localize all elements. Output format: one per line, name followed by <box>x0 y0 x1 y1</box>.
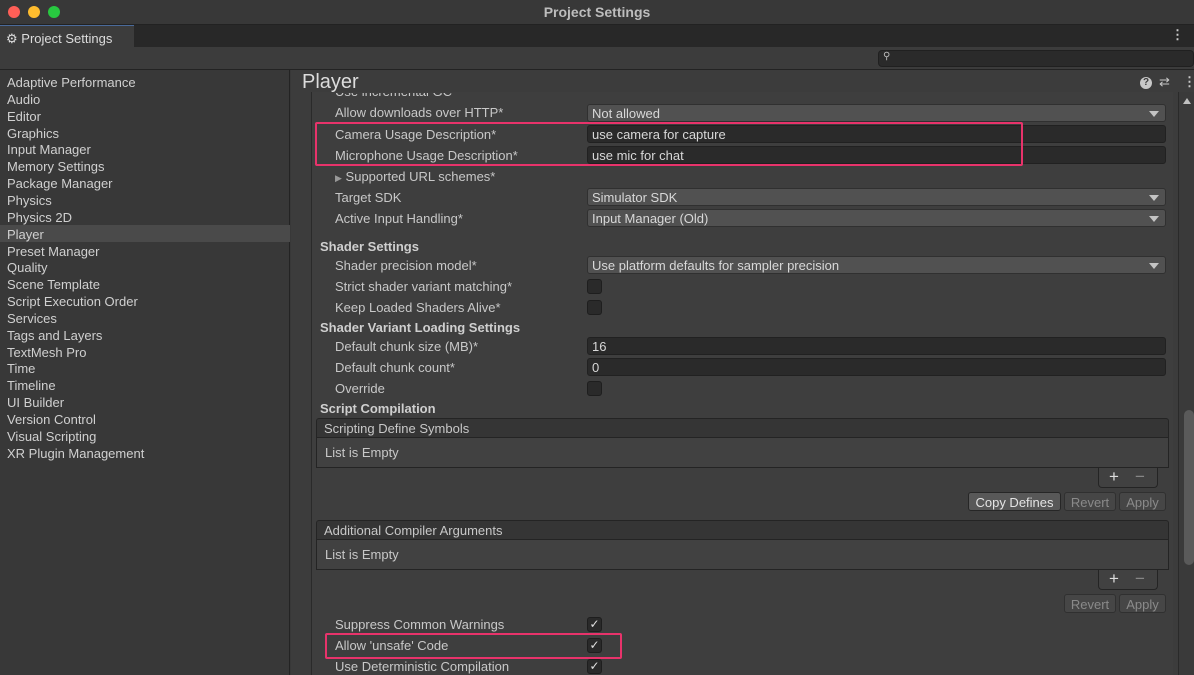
triangle-right-icon: ▶ <box>335 173 342 183</box>
url-schemes-foldout[interactable]: ▶ Supported URL schemes* <box>335 169 495 184</box>
sidebar-item-quality[interactable]: Quality <box>0 258 290 275</box>
apply-defines-button[interactable]: Apply <box>1119 492 1166 511</box>
sidebar-item-editor[interactable]: Editor <box>0 107 290 124</box>
sidebar-item-adaptive-performance[interactable]: Adaptive Performance <box>0 73 290 90</box>
label-target-sdk: Target SDK <box>335 190 402 205</box>
shader-precision-dropdown[interactable]: Use platform defaults for sampler precis… <box>587 256 1166 274</box>
sidebar-item-scene-template[interactable]: Scene Template <box>0 275 290 292</box>
page-title: Player <box>302 71 359 93</box>
override-checkbox[interactable] <box>587 381 602 396</box>
label-input-handling: Active Input Handling* <box>335 211 463 226</box>
label-deterministic: Use Deterministic Compilation <box>335 659 510 674</box>
sidebar-item-physics[interactable]: Physics <box>0 191 290 208</box>
chunk-count-input[interactable]: 0 <box>587 358 1166 376</box>
label-suppress-warnings: Suppress Common Warnings <box>335 617 505 632</box>
sidebar-item-services[interactable]: Services <box>0 309 290 326</box>
revert-defines-button[interactable]: Revert <box>1064 492 1116 511</box>
deterministic-checkbox[interactable]: ✓ <box>587 659 602 674</box>
sidebar-item-xr-plugin-management[interactable]: XR Plugin Management <box>0 444 290 461</box>
chunk-size-input[interactable]: 16 <box>587 337 1166 355</box>
scrollbar-thumb[interactable] <box>1184 410 1194 565</box>
sidebar-item-graphics[interactable]: Graphics <box>0 124 290 141</box>
search-input[interactable]: ⚲ <box>878 50 1194 67</box>
compiler-args-list: List is Empty <box>316 540 1169 570</box>
section-variant-loading: Shader Variant Loading Settings <box>320 320 521 335</box>
scrollbar[interactable] <box>1178 92 1194 675</box>
sidebar-item-player[interactable]: Player <box>0 224 290 242</box>
remove-arg-button[interactable]: − <box>1135 570 1145 587</box>
add-arg-button[interactable]: + <box>1109 570 1119 587</box>
sidebar-item-audio[interactable]: Audio <box>0 90 290 107</box>
suppress-warnings-checkbox[interactable]: ✓ <box>587 617 602 632</box>
search-icon: ⚲ <box>883 51 891 62</box>
sidebar-item-script-execution-order[interactable]: Script Execution Order <box>0 292 290 309</box>
apply-args-button[interactable]: Apply <box>1119 594 1166 613</box>
keep-loaded-checkbox[interactable] <box>587 300 602 315</box>
label-chunk-size: Default chunk size (MB)* <box>335 339 479 354</box>
sidebar-item-preset-manager[interactable]: Preset Manager <box>0 242 290 259</box>
define-symbols-list: List is Empty <box>316 438 1169 468</box>
compiler-args-header: Additional Compiler Arguments <box>316 520 1169 540</box>
highlight-box-usage <box>315 122 1023 166</box>
define-symbols-header: Scripting Define Symbols <box>316 418 1169 438</box>
allow-http-dropdown[interactable]: Not allowed <box>587 104 1166 122</box>
title-bar: Project Settings <box>0 0 1194 25</box>
copy-defines-button[interactable]: Copy Defines <box>968 492 1061 511</box>
sidebar-item-memory-settings[interactable]: Memory Settings <box>0 157 290 174</box>
label-strict-matching: Strict shader variant matching* <box>335 279 513 294</box>
add-define-button[interactable]: + <box>1109 468 1119 485</box>
input-handling-dropdown[interactable]: Input Manager (Old) <box>587 209 1166 227</box>
label-allow-http: Allow downloads over HTTP* <box>335 105 504 120</box>
tab-menu-icon[interactable]: ⋮ <box>1171 27 1184 43</box>
more-menu-icon[interactable]: ⋮ <box>1183 74 1194 90</box>
sidebar: Adaptive Performance Audio Editor Graphics I… <box>0 70 290 675</box>
section-shader-settings: Shader Settings <box>320 239 419 254</box>
highlight-box-unsafe <box>325 633 622 659</box>
strict-matching-checkbox[interactable] <box>587 279 602 294</box>
scroll-up-icon[interactable] <box>1183 98 1191 104</box>
tab-strip: ⋮ <box>0 25 1194 47</box>
sidebar-item-textmesh-pro[interactable]: TextMesh Pro <box>0 343 290 360</box>
remove-define-button[interactable]: − <box>1135 468 1145 485</box>
sidebar-item-time[interactable]: Time <box>0 359 290 376</box>
section-script-compilation: Script Compilation <box>320 401 436 416</box>
gear-icon: ⚙ <box>6 31 18 46</box>
label-keep-loaded: Keep Loaded Shaders Alive* <box>335 300 501 315</box>
label-override: Override <box>335 381 385 396</box>
sidebar-item-version-control[interactable]: Version Control <box>0 410 290 427</box>
revert-args-button[interactable]: Revert <box>1064 594 1116 613</box>
sidebar-item-input-manager[interactable]: Input Manager <box>0 140 290 157</box>
label-chunk-count: Default chunk count* <box>335 360 455 375</box>
presets-icon[interactable]: ⇄ <box>1159 74 1170 90</box>
label-shader-precision: Shader precision model* <box>335 258 477 273</box>
tab-label: Project Settings <box>21 31 113 46</box>
tab-project-settings[interactable]: ⚙ Project Settings <box>0 25 134 47</box>
sidebar-item-timeline[interactable]: Timeline <box>0 376 290 393</box>
sidebar-item-physics-2d[interactable]: Physics 2D <box>0 208 290 225</box>
label-url-schemes: Supported URL schemes* <box>345 169 496 184</box>
help-icon[interactable]: ? <box>1140 77 1152 89</box>
window-title: Project Settings <box>543 4 651 20</box>
sidebar-item-tags-and-layers[interactable]: Tags and Layers <box>0 326 290 343</box>
sidebar-item-package-manager[interactable]: Package Manager <box>0 174 290 191</box>
sidebar-item-visual-scripting[interactable]: Visual Scripting <box>0 427 290 444</box>
target-sdk-dropdown[interactable]: Simulator SDK <box>587 188 1166 206</box>
sidebar-item-ui-builder[interactable]: UI Builder <box>0 393 290 410</box>
